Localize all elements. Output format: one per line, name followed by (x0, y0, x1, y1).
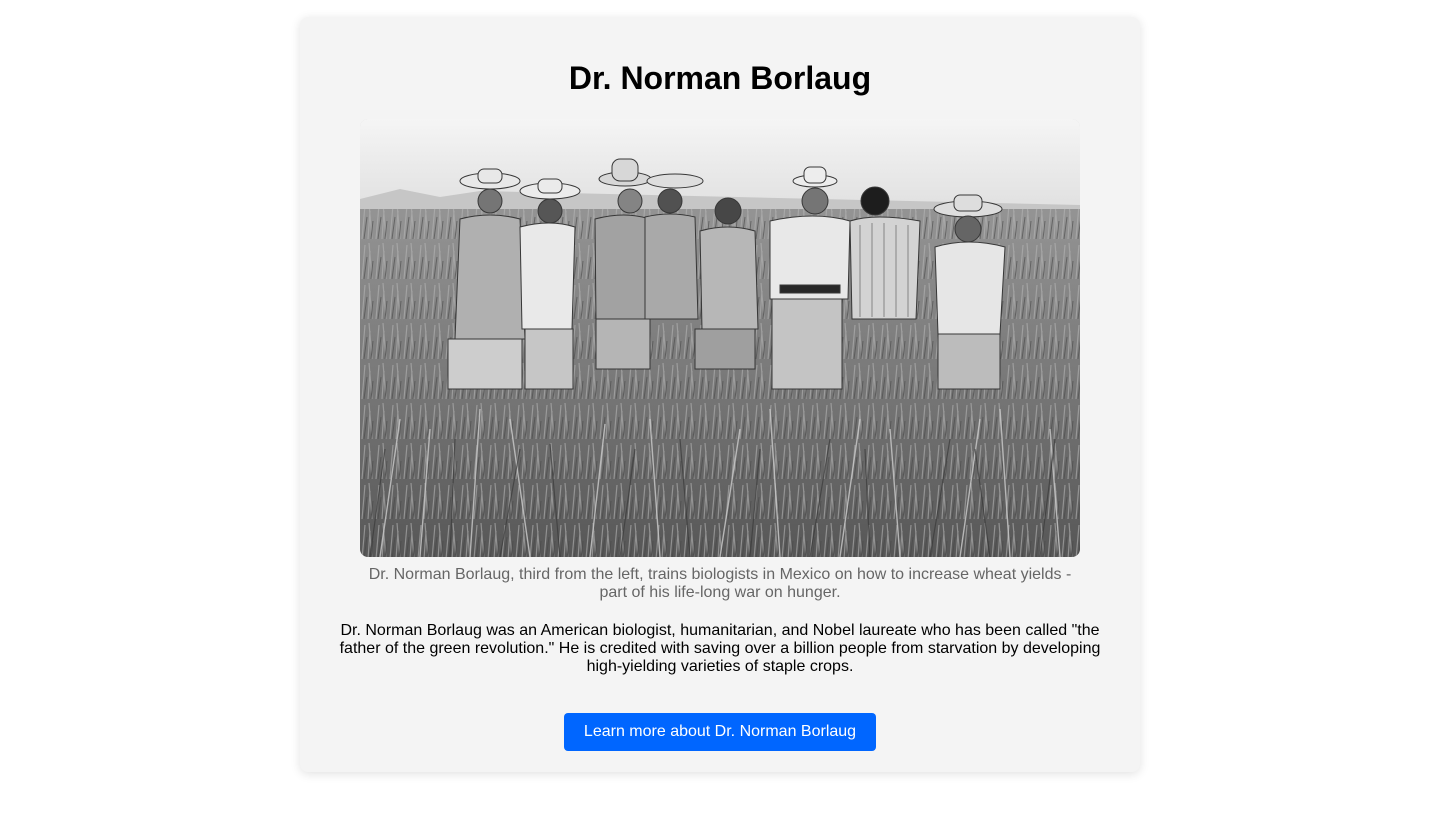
photo-caption: Dr. Norman Borlaug, third from the left,… (368, 566, 1072, 601)
page-title: Dr. Norman Borlaug (568, 60, 872, 96)
biography-text: Dr. Norman Borlaug was an American biolo… (339, 622, 1101, 675)
learn-more-button[interactable]: Learn more about Dr. Norman Borlaug (564, 713, 876, 751)
borlaug-photo (360, 119, 1080, 557)
wheat-field-photo-icon (360, 119, 1080, 557)
info-card: Dr. Norman Borlaug Dr. Norman Borlaug, t… (300, 17, 1140, 772)
